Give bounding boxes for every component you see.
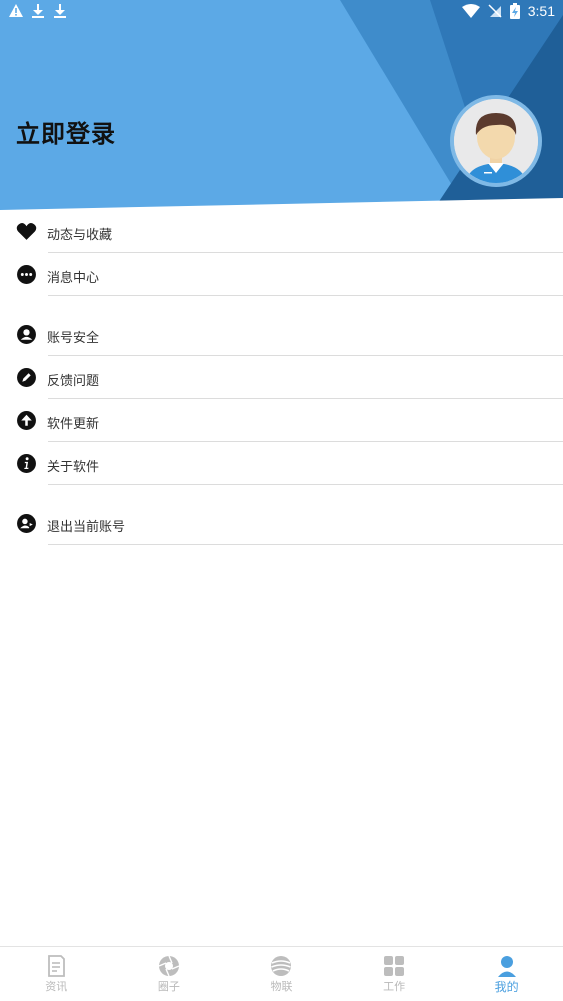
account-icon: [17, 325, 36, 344]
aperture-icon: [158, 955, 180, 977]
logout-icon: [17, 514, 36, 533]
pencil-icon: [17, 368, 36, 387]
profile-icon: [497, 956, 516, 977]
tab-label: 物联: [270, 980, 293, 993]
menu-item-label: 账号安全: [47, 331, 100, 346]
tab-work[interactable]: 工作: [338, 947, 451, 1001]
menu-item-label: 关于软件: [47, 460, 100, 475]
battery-charging-icon: [509, 3, 520, 19]
user-avatar-icon[interactable]: [450, 95, 542, 187]
tab-label: 工作: [383, 980, 406, 993]
no-sim-icon: [488, 4, 502, 18]
divider: [48, 484, 563, 485]
menu-item-label: 动态与收藏: [47, 228, 113, 243]
tab-news[interactable]: 资讯: [0, 947, 113, 1001]
news-icon: [48, 955, 66, 977]
status-bar: 3:51: [0, 0, 563, 24]
info-icon: [17, 454, 36, 473]
menu-item-account-security[interactable]: 账号安全: [0, 313, 563, 356]
profile-header: 3:51 立即登录: [0, 0, 563, 215]
login-button[interactable]: 立即登录: [16, 114, 116, 149]
heart-icon: [16, 222, 37, 240]
menu-item-label: 软件更新: [47, 417, 100, 432]
grid-icon: [384, 956, 405, 976]
tab-label: 我的: [494, 980, 519, 994]
wifi-icon: [461, 4, 480, 18]
divider: [48, 295, 563, 296]
menu-item-about[interactable]: 关于软件: [0, 442, 563, 485]
divider: [48, 544, 563, 545]
menu-item-label: 消息中心: [47, 271, 100, 286]
tab-mine[interactable]: 我的: [450, 947, 563, 1001]
iot-icon: [271, 956, 292, 976]
menu-item-feedback[interactable]: 反馈问题: [0, 356, 563, 399]
tab-label: 圈子: [157, 980, 180, 993]
chat-icon: [17, 265, 36, 284]
bottom-tab-bar: 资讯 圈子 物联 工作 我的: [0, 946, 563, 1001]
menu-item-software-update[interactable]: 软件更新: [0, 399, 563, 442]
warning-icon: [9, 4, 23, 17]
arrow-up-icon: [17, 411, 36, 430]
menu-item-label: 反馈问题: [47, 374, 100, 389]
avatar-illustration: [454, 99, 538, 183]
menu-item-logout[interactable]: 退出当前账号: [0, 502, 563, 545]
status-time: 3:51: [527, 3, 555, 19]
download-icon: [54, 4, 66, 18]
menu-item-favorites[interactable]: 动态与收藏: [0, 210, 563, 253]
download-icon: [32, 4, 44, 18]
settings-menu: 动态与收藏 消息中心 账号安全 反馈问题 软件更新 关于软件 退出当前账号: [0, 210, 563, 545]
menu-item-label: 退出当前账号: [47, 520, 126, 535]
menu-item-messages[interactable]: 消息中心: [0, 253, 563, 296]
tab-iot[interactable]: 物联: [225, 947, 338, 1001]
tab-circle[interactable]: 圈子: [113, 947, 226, 1001]
tab-label: 资讯: [45, 980, 68, 993]
